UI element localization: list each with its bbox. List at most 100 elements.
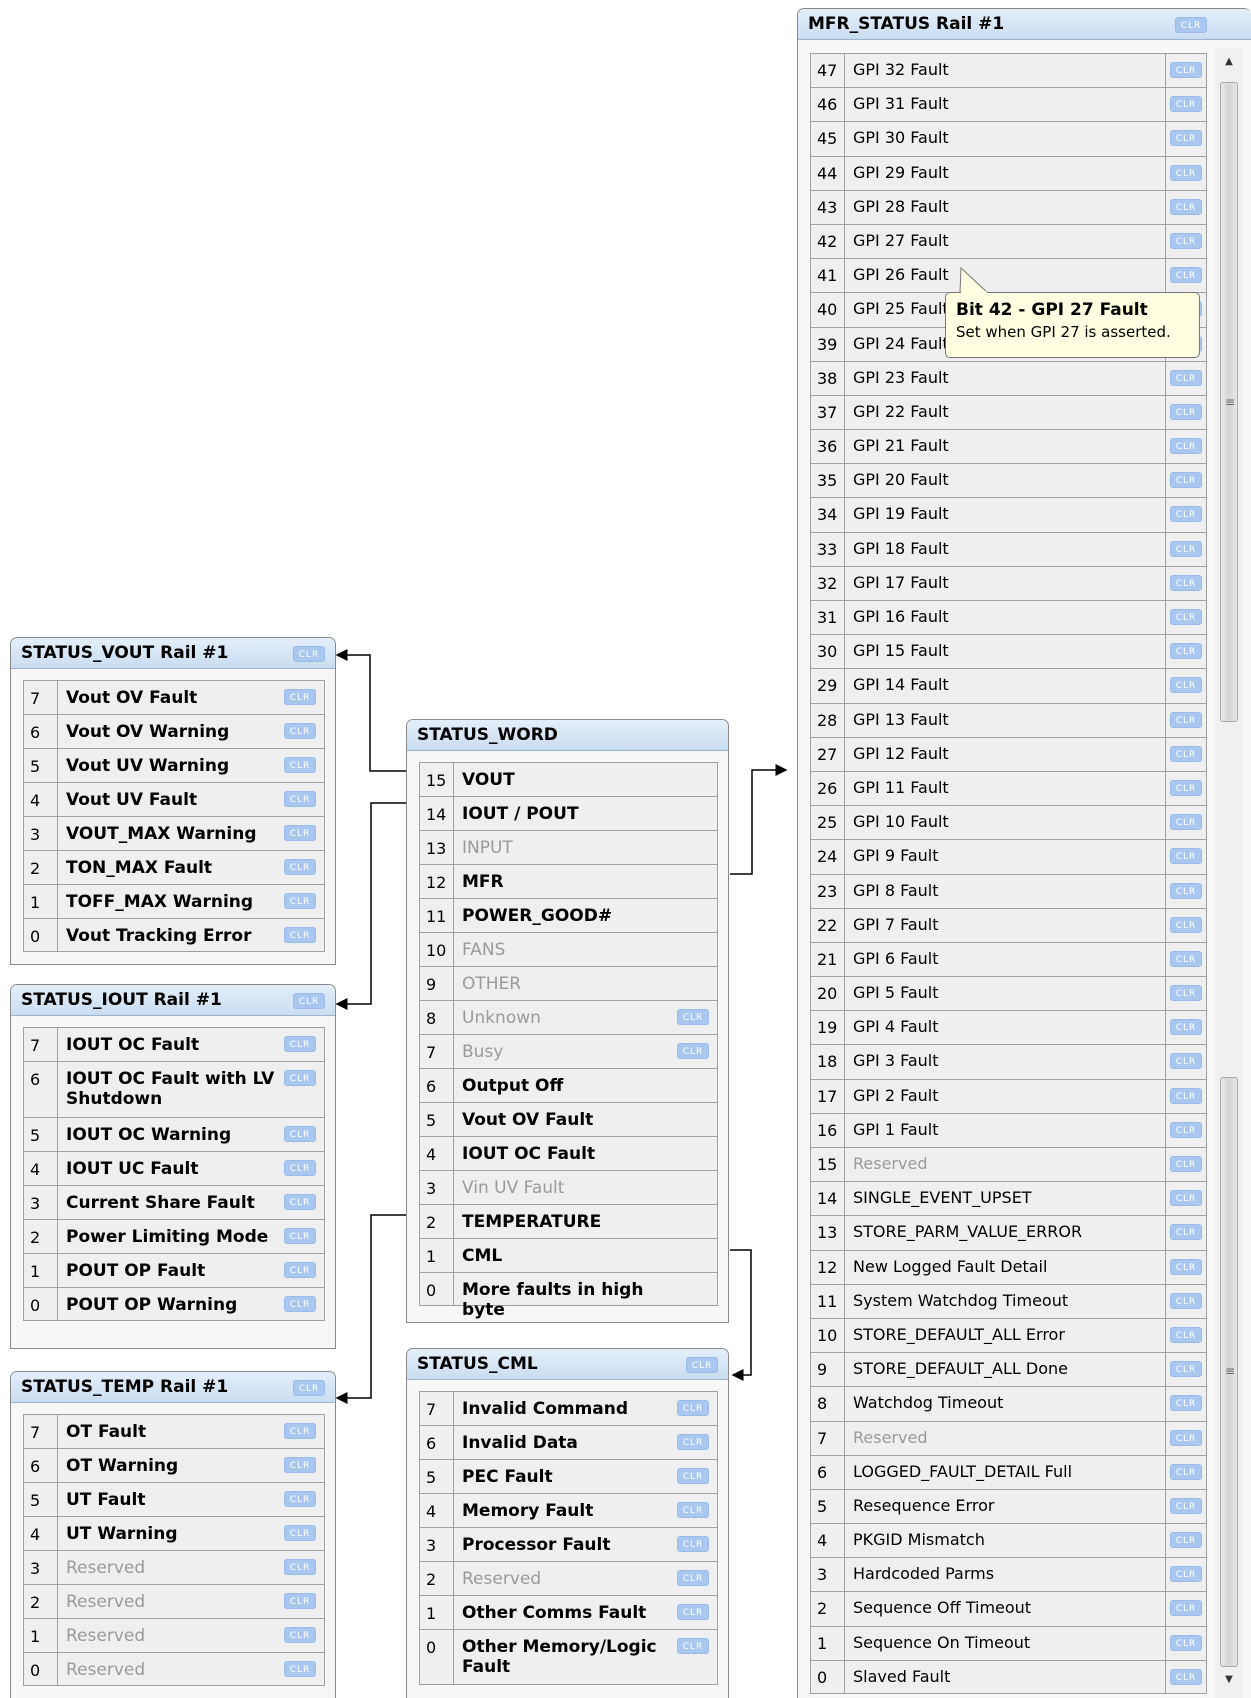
clear-bit-button[interactable]: CLR xyxy=(1170,1087,1202,1104)
clear-bit-button[interactable]: CLR xyxy=(677,1400,709,1416)
clear-bit-button[interactable]: CLR xyxy=(1170,779,1202,796)
clear-bit-button[interactable]: CLR xyxy=(1170,198,1202,215)
clear-bit-button[interactable]: CLR xyxy=(1170,1156,1202,1172)
bit-label: UT Warning xyxy=(66,1524,178,1544)
clear-bit-button[interactable]: CLR xyxy=(284,757,316,773)
clear-bit-button[interactable]: CLR xyxy=(284,1194,316,1210)
clear-bit-button[interactable]: CLR xyxy=(1170,1497,1202,1514)
clear-bit-button[interactable]: CLR xyxy=(1170,1292,1202,1309)
clear-bit-button[interactable]: CLR xyxy=(1170,1258,1202,1275)
clear-bit-button[interactable]: CLR xyxy=(284,1070,316,1086)
clear-bit-button[interactable]: CLR xyxy=(1170,1190,1202,1207)
clear-bit-button[interactable]: CLR xyxy=(284,1126,316,1142)
clear-bit-button[interactable]: CLR xyxy=(284,927,316,943)
mfr-status-clear-button[interactable]: CLR xyxy=(1175,17,1207,33)
clear-bit-button[interactable]: CLR xyxy=(1170,643,1202,660)
status-temp-clear-button[interactable]: CLR xyxy=(293,1380,325,1396)
clear-bit-button[interactable]: CLR xyxy=(677,1434,709,1450)
clear-bit-button[interactable]: CLR xyxy=(1170,1566,1202,1583)
mfr-status-row: 34 GPI 19 Fault CLR xyxy=(810,497,1207,532)
clear-bit-button[interactable]: CLR xyxy=(1170,1600,1202,1617)
clear-bit-button[interactable]: CLR xyxy=(1170,848,1202,865)
clear-bit-button[interactable]: CLR xyxy=(1170,1121,1202,1138)
clear-bit-button[interactable]: CLR xyxy=(284,1457,316,1473)
clear-bit-button[interactable]: CLR xyxy=(1170,403,1202,420)
clear-bit-button[interactable]: CLR xyxy=(1170,1053,1202,1070)
status-iout-clear-button[interactable]: CLR xyxy=(293,993,325,1009)
mfr-status-title: MFR_STATUS Rail #1 xyxy=(808,14,1005,34)
cell-divider xyxy=(1165,395,1166,430)
clear-bit-button[interactable]: CLR xyxy=(677,1536,709,1552)
clear-bit-button[interactable]: CLR xyxy=(1170,1395,1202,1412)
clear-bit-button[interactable]: CLR xyxy=(284,1160,316,1176)
clear-bit-button[interactable]: CLR xyxy=(677,1043,709,1059)
bit-number: 1 xyxy=(811,1626,845,1660)
clear-bit-button[interactable]: CLR xyxy=(1170,950,1202,967)
clear-bit-button[interactable]: CLR xyxy=(1170,1463,1202,1480)
clear-bit-button[interactable]: CLR xyxy=(677,1502,709,1518)
scroll-up-arrow-icon[interactable]: ▲ xyxy=(1215,52,1243,72)
clear-bit-button[interactable]: CLR xyxy=(1170,609,1202,625)
clear-bit-button[interactable]: CLR xyxy=(677,1468,709,1484)
scrollbar-thumb-upper[interactable]: ≡ xyxy=(1220,82,1238,722)
clear-bit-button[interactable]: CLR xyxy=(284,1491,316,1507)
clear-bit-button[interactable]: CLR xyxy=(1170,574,1202,591)
clear-bit-button[interactable]: CLR xyxy=(1170,1634,1202,1651)
clear-bit-button[interactable]: CLR xyxy=(1170,711,1202,728)
clear-bit-button[interactable]: CLR xyxy=(677,1604,709,1620)
clear-bit-button[interactable]: CLR xyxy=(1170,164,1202,181)
clear-bit-button[interactable]: CLR xyxy=(284,1661,316,1677)
clear-bit-button[interactable]: CLR xyxy=(1170,506,1202,523)
mfr-status-row: 2 Sequence Off Timeout CLR xyxy=(810,1591,1207,1626)
clear-bit-button[interactable]: CLR xyxy=(284,723,316,739)
clear-bit-button[interactable]: CLR xyxy=(1170,472,1202,489)
scrollbar-thumb-lower[interactable]: ≡ xyxy=(1220,1077,1238,1667)
clear-bit-button[interactable]: CLR xyxy=(1170,267,1202,284)
clear-bit-button[interactable]: CLR xyxy=(1170,62,1202,78)
clear-bit-button[interactable]: CLR xyxy=(284,1228,316,1244)
clear-bit-button[interactable]: CLR xyxy=(284,893,316,909)
clear-bit-button[interactable]: CLR xyxy=(1170,1361,1202,1378)
clear-bit-button[interactable]: CLR xyxy=(1170,985,1202,1002)
clear-bit-button[interactable]: CLR xyxy=(1170,438,1202,455)
clear-bit-button[interactable]: CLR xyxy=(284,689,316,705)
mfr-status-scrollbar[interactable]: ▲ ≡ ≡ ▼ xyxy=(1215,48,1243,1698)
clear-bit-button[interactable]: CLR xyxy=(677,1570,709,1586)
clear-bit-button[interactable]: CLR xyxy=(1170,369,1202,386)
bit-number: 1 xyxy=(420,1596,454,1629)
clear-bit-button[interactable]: CLR xyxy=(284,1036,316,1052)
clear-bit-button[interactable]: CLR xyxy=(284,1559,316,1575)
clear-bit-button[interactable]: CLR xyxy=(1170,1532,1202,1549)
clear-bit-button[interactable]: CLR xyxy=(1170,745,1202,762)
mfr-status-row: 4 PKGID Mismatch CLR xyxy=(810,1523,1207,1558)
clear-bit-button[interactable]: CLR xyxy=(284,1262,316,1278)
clear-bit-button[interactable]: CLR xyxy=(1170,130,1202,147)
clear-bit-button[interactable]: CLR xyxy=(1170,540,1202,557)
clear-bit-button[interactable]: CLR xyxy=(284,825,316,841)
clear-bit-button[interactable]: CLR xyxy=(284,1296,316,1312)
status-vout-clear-button[interactable]: CLR xyxy=(293,646,325,662)
clear-bit-button[interactable]: CLR xyxy=(1170,1429,1202,1446)
clear-bit-button[interactable]: CLR xyxy=(1170,882,1202,899)
clear-bit-button[interactable]: CLR xyxy=(1170,1019,1202,1036)
clear-bit-button[interactable]: CLR xyxy=(284,791,316,807)
clear-bit-button[interactable]: CLR xyxy=(1170,232,1202,249)
status-cml-clear-button[interactable]: CLR xyxy=(686,1357,718,1373)
clear-bit-button[interactable]: CLR xyxy=(1170,677,1202,694)
clear-bit-button[interactable]: CLR xyxy=(1170,1326,1202,1343)
clear-bit-button[interactable]: CLR xyxy=(1170,916,1202,933)
bit-number: 3 xyxy=(811,1558,845,1592)
clear-bit-button[interactable]: CLR xyxy=(284,1627,316,1643)
scroll-down-arrow-icon[interactable]: ▼ xyxy=(1215,1670,1243,1690)
clear-bit-button[interactable]: CLR xyxy=(1170,1668,1202,1685)
clear-bit-button[interactable]: CLR xyxy=(284,859,316,875)
clear-bit-button[interactable]: CLR xyxy=(284,1593,316,1609)
clear-bit-button[interactable]: CLR xyxy=(677,1009,709,1025)
clear-bit-button[interactable]: CLR xyxy=(677,1638,709,1654)
clear-bit-button[interactable]: CLR xyxy=(1170,1224,1202,1241)
clear-bit-button[interactable]: CLR xyxy=(1170,96,1202,113)
clear-bit-button[interactable]: CLR xyxy=(284,1525,316,1541)
clear-bit-button[interactable]: CLR xyxy=(284,1423,316,1439)
status-temp-row: 2 Reserved CLR xyxy=(23,1584,325,1618)
clear-bit-button[interactable]: CLR xyxy=(1170,814,1202,831)
